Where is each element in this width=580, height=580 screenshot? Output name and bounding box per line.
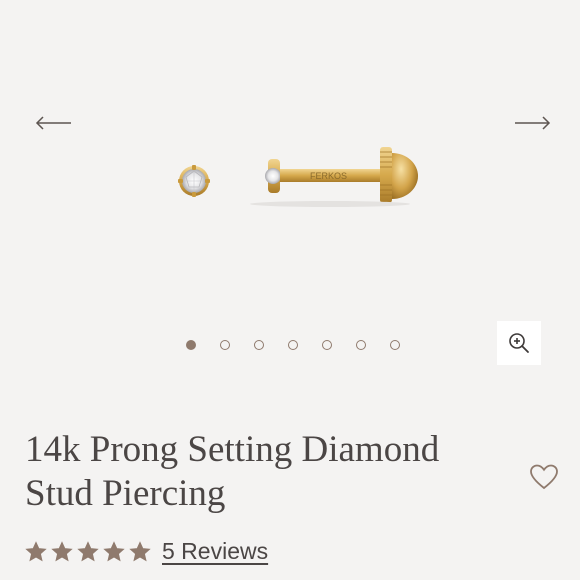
star-icon	[129, 540, 151, 561]
rating-stars	[25, 540, 151, 563]
previous-image-button[interactable]	[34, 110, 74, 136]
pagination-dot[interactable]	[356, 340, 366, 350]
heart-icon	[530, 464, 558, 490]
diamond-front-view	[178, 165, 210, 197]
zoom-button[interactable]	[497, 321, 541, 365]
stud-side-view: FERKOS	[250, 147, 418, 207]
product-rating: 5 Reviews	[25, 538, 268, 565]
pagination-dot[interactable]	[322, 340, 332, 350]
gallery-pagination	[186, 340, 400, 350]
next-image-button[interactable]	[512, 110, 552, 136]
star-icon	[103, 540, 125, 561]
wishlist-button[interactable]	[529, 463, 559, 491]
star-icon	[25, 540, 47, 561]
arrow-right-icon	[515, 116, 551, 130]
star-icon	[51, 540, 73, 561]
zoom-in-icon	[509, 333, 529, 353]
star-icon	[77, 540, 99, 561]
pagination-dot[interactable]	[390, 340, 400, 350]
product-photo: FERKOS	[178, 147, 418, 207]
engraving-text: FERKOS	[310, 171, 347, 181]
pagination-dot[interactable]	[288, 340, 298, 350]
reviews-link[interactable]: 5 Reviews	[162, 538, 268, 565]
pagination-dot[interactable]	[254, 340, 264, 350]
pagination-dot[interactable]	[186, 340, 196, 350]
product-title: 14k Prong Setting Diamond Stud Piercing	[25, 429, 440, 514]
pagination-dot[interactable]	[220, 340, 230, 350]
arrow-left-icon	[35, 116, 71, 130]
product-image-gallery: FERKOS	[0, 0, 580, 400]
